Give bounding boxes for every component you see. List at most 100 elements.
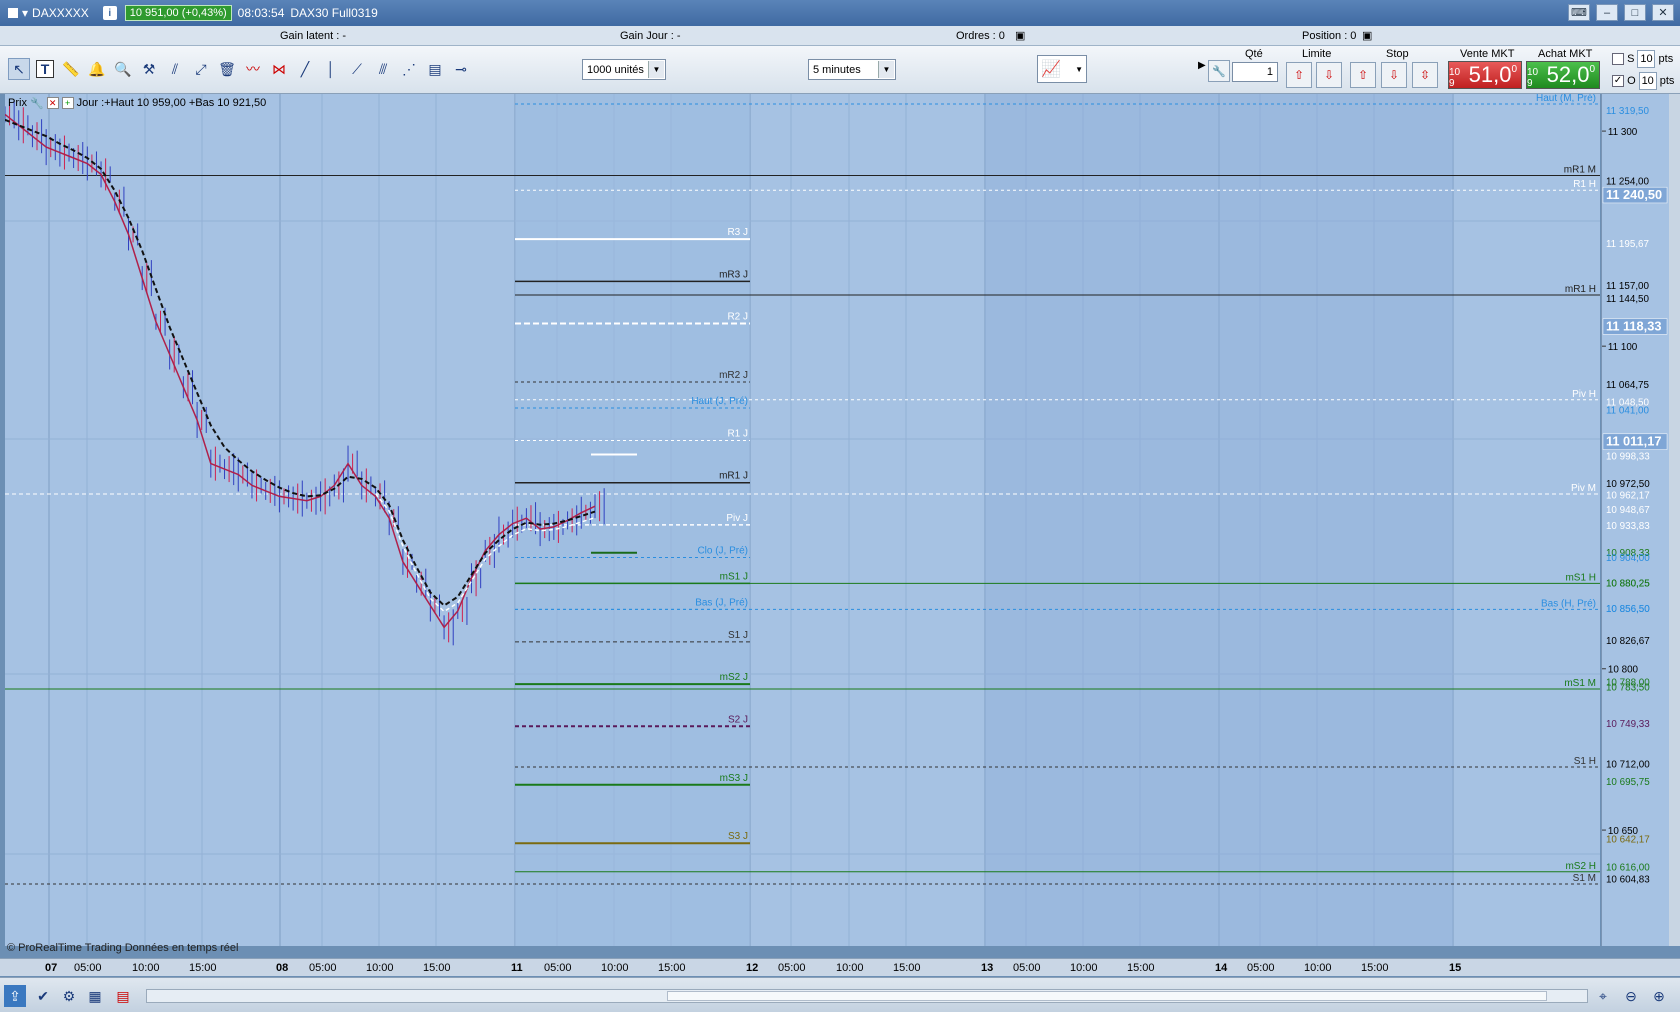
level-label: Piv H (1572, 389, 1596, 400)
zoom-out-icon[interactable]: ⊖ (1620, 985, 1642, 1007)
share-icon[interactable]: ⇪ (4, 985, 26, 1007)
limit-buy-button[interactable]: ⇧ (1286, 62, 1312, 88)
scroll-thumb[interactable] (667, 991, 1547, 1001)
sell-price-big: 51,0 (1468, 62, 1512, 87)
trash-icon[interactable]: 🗑 (216, 58, 238, 80)
keyboard-icon[interactable]: ⌨ (1568, 4, 1590, 21)
day-level-label: S2 J (728, 714, 748, 725)
period-select[interactable]: 5 minutes ▼ (808, 59, 896, 80)
day-label: 12 (746, 962, 759, 974)
price-label: 10 749,33 (1606, 719, 1650, 730)
time-label: 15:00 (1127, 962, 1155, 974)
day-label: 14 (1215, 962, 1228, 974)
time-label: 15:00 (189, 962, 217, 974)
close-position-icon[interactable]: ▣ (1362, 29, 1372, 42)
time-axis[interactable]: 07 05:00 10:00 15:00 08 05:00 10:00 15:00 11 05:0… (0, 958, 1680, 976)
ruler-icon[interactable]: 📏 (60, 58, 82, 80)
stop-buy-button[interactable]: ⇧ (1350, 62, 1376, 88)
position-count[interactable]: Position : 0 (1302, 30, 1356, 42)
horizontal-line-icon[interactable]: ⊸ (450, 58, 472, 80)
fan-icon[interactable]: ⋰ (398, 58, 420, 80)
text-tool-icon[interactable]: T (36, 60, 54, 78)
diagonal-icon[interactable]: ⤢ (190, 58, 212, 80)
objective-checkbox[interactable]: ✓ (1612, 75, 1624, 87)
indicators-button[interactable]: 📈 ▼ (1037, 55, 1087, 83)
last-price-badge: 10 951,00 (+0,43%) (124, 5, 232, 21)
sell-market-button[interactable]: 10 9 51,0 0 (1448, 61, 1522, 89)
symbol-selector[interactable]: ▾ DAXXXXX (8, 6, 89, 20)
chevron-down-icon[interactable]: ▼ (878, 61, 894, 78)
buy-price-sup: 0 (1589, 64, 1595, 75)
wave-red-icon[interactable]: 〰 (242, 58, 264, 80)
close-button[interactable]: ✕ (1652, 4, 1674, 21)
stop-sell-button[interactable]: ⇩ (1381, 62, 1407, 88)
alarm-bell-icon[interactable]: 🔔 (86, 58, 108, 80)
limite-label: Limite (1302, 48, 1332, 60)
price-label: 10 826,67 (1606, 636, 1650, 647)
price-tick: 10 650 (1608, 826, 1639, 837)
day-level-label: mR3 J (719, 269, 748, 280)
horizontal-scrollbar[interactable] (146, 989, 1588, 1003)
checkmark-icon[interactable]: ✔ (32, 985, 54, 1007)
vertical-scrollbar[interactable] (1669, 94, 1680, 946)
zoom-in-icon[interactable]: ⊕ (1648, 985, 1670, 1007)
ordres-count[interactable]: Ordres : 0 (956, 30, 1005, 42)
price-label: 11 240,50 (1606, 187, 1662, 202)
contract-name: DAX30 Full0319 (290, 6, 378, 20)
day-label: 11 (511, 962, 523, 974)
grid-icon[interactable]: ▦ (84, 985, 106, 1007)
buy-market-button[interactable]: 10 9 52,0 0 (1526, 61, 1600, 89)
o-points-field[interactable]: 10 (1638, 72, 1657, 90)
price-tick: 10 800 (1608, 665, 1639, 676)
wrench-icon[interactable]: 🔧 (30, 97, 44, 110)
price-label: 10 962,17 (1606, 490, 1650, 501)
quote-time: 08:03:54 (237, 6, 285, 20)
price-line (5, 113, 596, 629)
settings-icon[interactable]: ⚙ (58, 985, 80, 1007)
pointer-icon[interactable]: ↖ (8, 58, 30, 80)
day-label: 08 (276, 962, 289, 974)
zoom-fit-icon[interactable]: ⌖ (1592, 985, 1614, 1007)
triangle-icon[interactable]: ⋈ (268, 58, 290, 80)
time-label: 05:00 (544, 962, 572, 974)
level-label: mS1 H (1565, 572, 1596, 583)
segment-icon[interactable]: ⟋ (346, 58, 368, 80)
add-indicator-icon[interactable]: + (61, 97, 74, 109)
level-label: mS2 H (1565, 861, 1596, 872)
units-select[interactable]: 1000 unités ▼ (582, 59, 666, 80)
price-label: 11 144,50 (1606, 294, 1650, 305)
table-icon[interactable]: ▤ (112, 985, 134, 1007)
wrench-icon[interactable]: 🔧 (1208, 60, 1230, 82)
lines-icon[interactable]: ⫽ (164, 58, 186, 80)
level-label: mR1 M (1564, 164, 1596, 175)
vertical-line-icon[interactable]: │ (320, 58, 342, 80)
price-label: 10 856,50 (1606, 604, 1650, 615)
price-label: 11 254,00 (1606, 176, 1650, 187)
channel-icon[interactable]: ⫻ (372, 58, 394, 80)
minimize-button[interactable]: – (1596, 4, 1618, 21)
quantity-field[interactable]: 1 (1232, 62, 1278, 82)
stop-checkbox[interactable] (1612, 53, 1624, 65)
stop-other-button[interactable]: ⇳ (1412, 62, 1438, 88)
day-label: 15 (1449, 962, 1462, 974)
price-chart[interactable]: Haut (M, Pré) mR1 M R1 H mR1 H Piv H Piv M mS1… (5, 94, 1600, 946)
limit-sell-button[interactable]: ⇩ (1316, 62, 1342, 88)
order-options: S 10 pts ✓ O 10 pts (1610, 48, 1680, 94)
close-orders-icon[interactable]: ▣ (1015, 29, 1025, 42)
price-label: 10 712,00 (1606, 759, 1650, 770)
trendline-icon[interactable]: ╱ (294, 58, 316, 80)
price-label: 11 319,50 (1606, 106, 1650, 117)
info-icon[interactable]: i (102, 6, 117, 20)
time-label: 05:00 (778, 962, 806, 974)
price-axis[interactable]: 11 319,50 11 254,0011 240,50 11 195,67 11 1… (1601, 94, 1669, 946)
fibonacci-icon[interactable]: ▤ (424, 58, 446, 80)
hammer-icon[interactable]: ⚒ (138, 58, 160, 80)
chevron-down-icon[interactable]: ▼ (648, 61, 664, 78)
s-points-field[interactable]: 10 (1637, 50, 1656, 68)
account-status-bar: Gain latent : - Gain Jour : - Ordres : 0… (0, 26, 1680, 46)
close-indicator-icon[interactable]: ✕ (46, 97, 59, 109)
vente-label: Vente MKT (1460, 48, 1515, 60)
day-label: 13 (981, 962, 994, 974)
maximize-button[interactable]: □ (1624, 4, 1646, 21)
zoom-icon[interactable]: 🔍 (112, 58, 134, 80)
